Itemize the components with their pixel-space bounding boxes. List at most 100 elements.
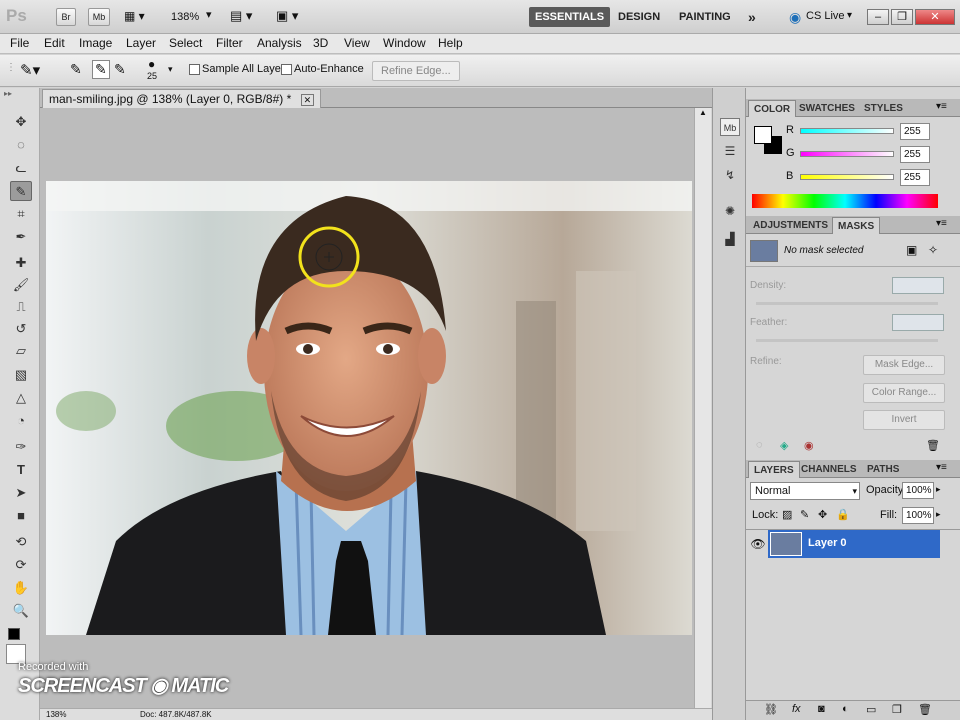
tab-styles[interactable]: STYLES — [859, 100, 908, 117]
hand-tool-icon[interactable]: ✋ — [10, 578, 32, 598]
brush-tip-icon[interactable]: ● — [148, 57, 155, 71]
close-button[interactable]: ✕ — [915, 9, 955, 25]
layers-panel-menu-icon[interactable]: ▾≡ — [936, 462, 947, 473]
tab-color[interactable]: COLOR — [748, 100, 797, 117]
new-layer-icon[interactable]: ❐ — [892, 703, 902, 716]
tool-preset-icon[interactable]: ✎▾ — [20, 61, 40, 79]
delete-mask-icon[interactable]: 🗑 — [926, 439, 940, 452]
load-selection-icon[interactable]: ◌ — [756, 439, 763, 451]
dodge-tool-icon[interactable]: ◔ — [10, 411, 32, 431]
color-spectrum-ramp[interactable] — [752, 194, 938, 208]
opacity-slider-icon[interactable]: ▸ — [936, 484, 941, 495]
screen-mode-icon[interactable]: ▣ ▾ — [276, 8, 298, 24]
new-selection-icon[interactable]: ✎ — [70, 61, 82, 78]
fill-field[interactable]: 100% — [902, 507, 934, 524]
mini-bridge-panel-icon[interactable]: Mb — [720, 118, 740, 136]
brush-picker-dropdown-icon[interactable]: ▾ — [168, 64, 173, 75]
lock-pixels-icon[interactable]: ✎ — [800, 508, 809, 521]
eraser-tool-icon[interactable]: ▱ — [10, 341, 32, 361]
tab-channels[interactable]: CHANNELS — [796, 461, 862, 478]
collapse-tools-icon[interactable]: ▸▸ — [4, 89, 12, 98]
add-pixel-mask-icon[interactable]: ▣ — [906, 243, 917, 257]
menu-view[interactable]: View — [344, 36, 370, 50]
tab-masks[interactable]: MASKS — [832, 217, 881, 234]
menu-file[interactable]: File — [10, 36, 29, 50]
pen-tool-icon[interactable]: ✑ — [10, 437, 32, 457]
add-to-selection-icon[interactable]: ✎ — [92, 60, 110, 79]
more-workspaces-icon[interactable]: » — [742, 7, 762, 27]
document-tab[interactable]: man-smiling.jpg @ 138% (Layer 0, RGB/8#)… — [42, 89, 322, 108]
status-zoom[interactable]: 138% — [46, 710, 66, 719]
3d-orbit-tool-icon[interactable]: ⟳ — [10, 555, 32, 575]
menu-help[interactable]: Help — [438, 36, 463, 50]
menu-layer[interactable]: Layer — [126, 36, 156, 50]
layer-row[interactable]: Layer 0 — [768, 530, 940, 558]
brush-tool-icon[interactable]: 🖌 — [10, 275, 32, 295]
eyedropper-tool-icon[interactable]: ✒ — [10, 227, 32, 247]
healing-brush-tool-icon[interactable]: ✚ — [10, 253, 32, 273]
fill-slider-icon[interactable]: ▸ — [936, 509, 941, 520]
type-tool-icon[interactable]: T — [10, 460, 32, 480]
restore-button[interactable]: ❐ — [891, 9, 913, 25]
add-layer-mask-icon[interactable]: ◙ — [818, 703, 825, 715]
arrange-documents-icon[interactable]: ▤ ▾ — [230, 8, 252, 24]
link-layers-icon[interactable]: ⛓ — [764, 703, 778, 716]
green-value-field[interactable]: 255 — [900, 146, 930, 163]
default-colors-icon[interactable] — [8, 628, 20, 640]
minimize-button[interactable]: – — [867, 9, 889, 25]
zoom-level[interactable]: 138% — [171, 11, 199, 23]
new-group-icon[interactable]: ▭ — [866, 703, 876, 716]
history-brush-tool-icon[interactable]: ↺ — [10, 319, 32, 339]
histogram-panel-icon[interactable]: ▟ — [720, 230, 740, 248]
menu-image[interactable]: Image — [79, 36, 112, 50]
clone-stamp-tool-icon[interactable]: ⎍ — [10, 297, 32, 317]
apply-mask-icon[interactable]: ◈ — [780, 439, 788, 452]
refine-edge-button[interactable]: Refine Edge... — [372, 61, 460, 81]
tab-layers[interactable]: LAYERS — [748, 461, 800, 478]
feather-field[interactable] — [892, 314, 944, 331]
disable-mask-icon[interactable]: ◉ — [804, 439, 814, 452]
launch-bridge-button[interactable]: Br — [56, 8, 76, 26]
actions-panel-icon[interactable]: ↯ — [720, 166, 740, 184]
move-tool-icon[interactable]: ✥ — [10, 112, 32, 132]
foreground-color-chip[interactable] — [754, 126, 772, 144]
lock-position-icon[interactable]: ✥ — [818, 508, 827, 521]
quick-selection-tool-icon[interactable]: ✎ — [10, 181, 32, 201]
menu-select[interactable]: Select — [169, 36, 202, 50]
blue-value-field[interactable]: 255 — [900, 169, 930, 186]
launch-mini-bridge-button[interactable]: Mb — [88, 8, 110, 26]
shape-tool-icon[interactable]: ■ — [10, 506, 32, 526]
layer-name[interactable]: Layer 0 — [808, 537, 847, 549]
cs-live-dropdown-icon[interactable]: ▾ — [847, 10, 852, 21]
path-selection-tool-icon[interactable]: ➤ — [10, 483, 32, 503]
view-extras-icon[interactable]: ▦ ▾ — [124, 9, 145, 23]
crop-tool-icon[interactable]: ⌗ — [10, 204, 32, 224]
lock-transparency-icon[interactable]: ▨ — [782, 508, 792, 521]
navigator-panel-icon[interactable]: ✺ — [720, 202, 740, 220]
workspace-design[interactable]: DESIGN — [612, 7, 666, 27]
lasso-tool-icon[interactable]: ᓚ — [10, 158, 32, 178]
sample-all-layers-checkbox[interactable] — [189, 64, 200, 75]
menu-analysis[interactable]: Analysis — [257, 36, 302, 50]
delete-layer-icon[interactable]: 🗑 — [918, 703, 932, 716]
menu-window[interactable]: Window — [383, 36, 426, 50]
auto-enhance-checkbox[interactable] — [281, 64, 292, 75]
zoom-tool-icon[interactable]: 🔍 — [10, 601, 32, 621]
workspace-painting[interactable]: PAINTING — [673, 7, 737, 27]
subtract-from-selection-icon[interactable]: ✎ — [114, 61, 126, 78]
layer-style-icon[interactable]: fx — [792, 703, 801, 715]
tab-swatches[interactable]: SWATCHES — [794, 100, 860, 117]
menu-edit[interactable]: Edit — [44, 36, 65, 50]
green-slider[interactable] — [800, 151, 894, 157]
workspace-essentials[interactable]: ESSENTIALS — [529, 7, 611, 27]
tab-adjustments[interactable]: ADJUSTMENTS — [748, 217, 833, 234]
vertical-scrollbar[interactable]: ▲ — [694, 108, 711, 708]
invert-button[interactable]: Invert — [863, 410, 945, 430]
tab-paths[interactable]: PATHS — [862, 461, 904, 478]
lock-all-icon[interactable]: 🔒 — [836, 508, 850, 521]
history-panel-icon[interactable]: ☰ — [720, 142, 740, 160]
mask-edge-button[interactable]: Mask Edge... — [863, 355, 945, 375]
opacity-field[interactable]: 100% — [902, 482, 934, 499]
marquee-tool-icon[interactable]: ◌ — [10, 135, 32, 155]
menu-3d[interactable]: 3D — [313, 36, 328, 50]
